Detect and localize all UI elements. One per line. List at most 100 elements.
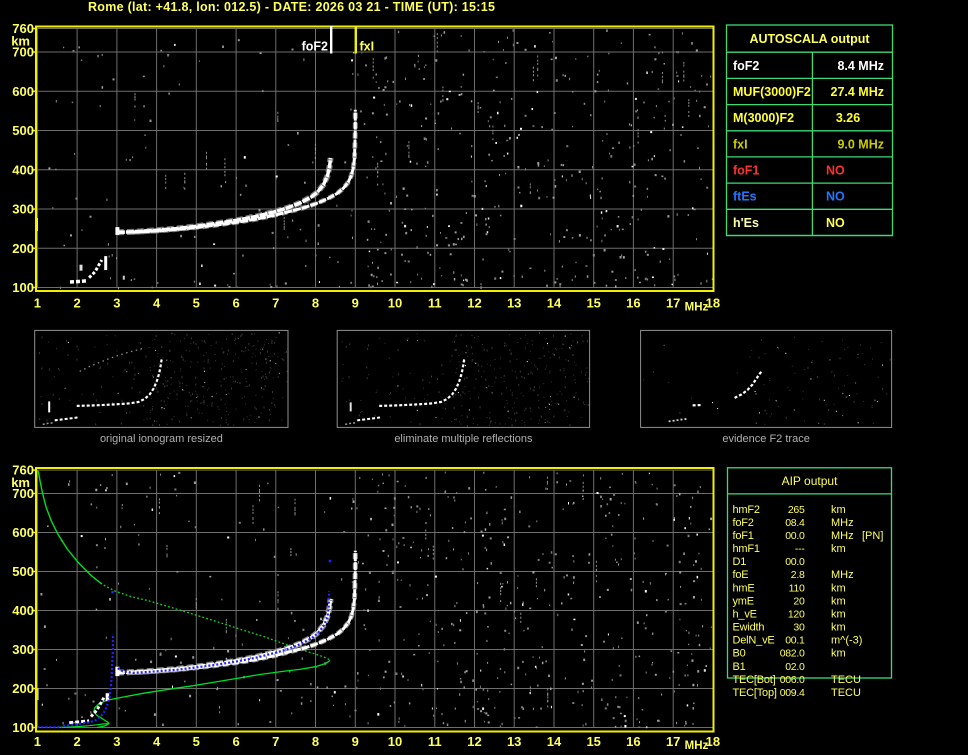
svg-text:6: 6 <box>232 296 239 311</box>
svg-text:9: 9 <box>352 734 359 749</box>
svg-text:MHz: MHz <box>685 302 709 314</box>
svg-text:D1: D1 <box>733 556 747 568</box>
svg-text:120: 120 <box>788 608 805 620</box>
svg-text:110: 110 <box>789 582 805 594</box>
svg-text:---: --- <box>795 543 805 555</box>
svg-text:27.4 MHz: 27.4 MHz <box>831 85 885 99</box>
svg-text:11: 11 <box>428 296 442 311</box>
svg-text:B1: B1 <box>733 661 746 673</box>
svg-text:foE: foE <box>733 569 749 581</box>
svg-text:2: 2 <box>73 296 80 311</box>
svg-text:400: 400 <box>12 162 34 177</box>
svg-text:30: 30 <box>793 622 805 634</box>
svg-text:4: 4 <box>153 734 161 749</box>
svg-text:02.0: 02.0 <box>785 661 805 673</box>
svg-text:500: 500 <box>12 564 34 579</box>
svg-text:original ionogram resized: original ionogram resized <box>100 433 223 445</box>
svg-text:foF2: foF2 <box>733 517 754 529</box>
svg-text:17: 17 <box>666 734 680 749</box>
svg-text:13: 13 <box>507 734 521 749</box>
svg-text:8.4 MHz: 8.4 MHz <box>837 59 884 73</box>
svg-text:11: 11 <box>428 734 442 749</box>
svg-text:00.0: 00.0 <box>785 556 805 568</box>
svg-text:ymE: ymE <box>733 595 754 607</box>
svg-text:3: 3 <box>113 734 120 749</box>
svg-text:hmF1: hmF1 <box>733 543 760 555</box>
svg-text:7: 7 <box>272 296 279 311</box>
svg-text:6: 6 <box>232 734 239 749</box>
svg-text:7: 7 <box>272 734 279 749</box>
svg-text:MHz: MHz <box>831 530 854 542</box>
svg-text:hmE: hmE <box>733 582 755 594</box>
svg-text:12: 12 <box>467 734 481 749</box>
svg-text:MHz: MHz <box>685 740 709 752</box>
svg-text:M(3000)F2: M(3000)F2 <box>733 111 794 125</box>
svg-text:km: km <box>831 608 846 620</box>
svg-text:5: 5 <box>193 734 200 749</box>
svg-text:hmF2: hmF2 <box>733 504 760 516</box>
svg-text:NO: NO <box>826 216 845 230</box>
svg-text:m^(-3): m^(-3) <box>831 635 862 647</box>
svg-text:300: 300 <box>12 202 34 217</box>
svg-text:08.4: 08.4 <box>785 517 805 529</box>
svg-text:12: 12 <box>467 296 481 311</box>
svg-text:1: 1 <box>34 734 41 749</box>
svg-text:8: 8 <box>312 734 319 749</box>
svg-text:h_vE: h_vE <box>733 608 757 620</box>
svg-text:700: 700 <box>12 45 34 60</box>
svg-text:00.0: 00.0 <box>785 530 805 542</box>
svg-text:3: 3 <box>113 296 120 311</box>
svg-text:evidence F2 trace: evidence F2 trace <box>722 433 809 445</box>
svg-text:16: 16 <box>626 296 640 311</box>
svg-text:10: 10 <box>388 296 402 311</box>
svg-text:km: km <box>831 648 846 660</box>
svg-text:10: 10 <box>388 734 402 749</box>
svg-text:fxI: fxI <box>733 137 748 151</box>
svg-text:km: km <box>831 582 846 594</box>
svg-text:B0: B0 <box>733 648 746 660</box>
svg-text:foF2: foF2 <box>733 59 759 73</box>
svg-text:3.26: 3.26 <box>836 111 860 125</box>
svg-text:20: 20 <box>793 595 805 607</box>
svg-text:17: 17 <box>666 296 680 311</box>
svg-text:Rome (lat: +41.8, lon: 012.5): Rome (lat: +41.8, lon: 012.5) - DATE: 20… <box>88 0 495 14</box>
svg-text:600: 600 <box>12 84 34 99</box>
svg-text:ftEs: ftEs <box>733 190 757 204</box>
svg-text:DelN_vE: DelN_vE <box>733 635 775 647</box>
svg-text:TECU: TECU <box>831 674 861 686</box>
svg-text:300: 300 <box>12 642 34 657</box>
svg-text:14: 14 <box>547 734 562 749</box>
svg-text:MHz: MHz <box>831 517 854 529</box>
svg-text:700: 700 <box>12 486 34 501</box>
svg-text:foF1: foF1 <box>733 164 759 178</box>
svg-text:100: 100 <box>12 280 34 295</box>
svg-text:9: 9 <box>352 296 359 311</box>
svg-text:16: 16 <box>626 734 640 749</box>
svg-text:TEC[Bot]: TEC[Bot] <box>733 674 776 686</box>
svg-text:15: 15 <box>586 734 600 749</box>
svg-text:100: 100 <box>12 720 34 735</box>
svg-text:14: 14 <box>547 296 562 311</box>
svg-text:265: 265 <box>788 504 805 516</box>
svg-text:eliminate multiple reflections: eliminate multiple reflections <box>394 433 533 445</box>
svg-text:MUF(3000)F2: MUF(3000)F2 <box>733 85 811 99</box>
svg-text:2: 2 <box>73 734 80 749</box>
svg-text:006.0: 006.0 <box>780 674 805 686</box>
svg-text:600: 600 <box>12 525 34 540</box>
svg-text:NO: NO <box>826 190 845 204</box>
svg-text:500: 500 <box>12 123 34 138</box>
svg-text:8: 8 <box>312 296 319 311</box>
svg-text:MHz: MHz <box>831 569 854 581</box>
svg-text:2.8: 2.8 <box>791 569 805 581</box>
svg-text:foF2: foF2 <box>302 40 328 54</box>
svg-text:[PN]: [PN] <box>862 530 883 542</box>
svg-text:km: km <box>831 595 846 607</box>
svg-text:TECU: TECU <box>831 687 861 699</box>
svg-text:082.0: 082.0 <box>780 648 805 660</box>
svg-text:009.4: 009.4 <box>780 687 805 699</box>
svg-text:200: 200 <box>12 681 34 696</box>
svg-text:Ewidth: Ewidth <box>733 622 765 634</box>
svg-text:00.1: 00.1 <box>785 635 805 647</box>
svg-text:foF1: foF1 <box>733 530 754 542</box>
svg-text:9.0 MHz: 9.0 MHz <box>837 137 884 151</box>
